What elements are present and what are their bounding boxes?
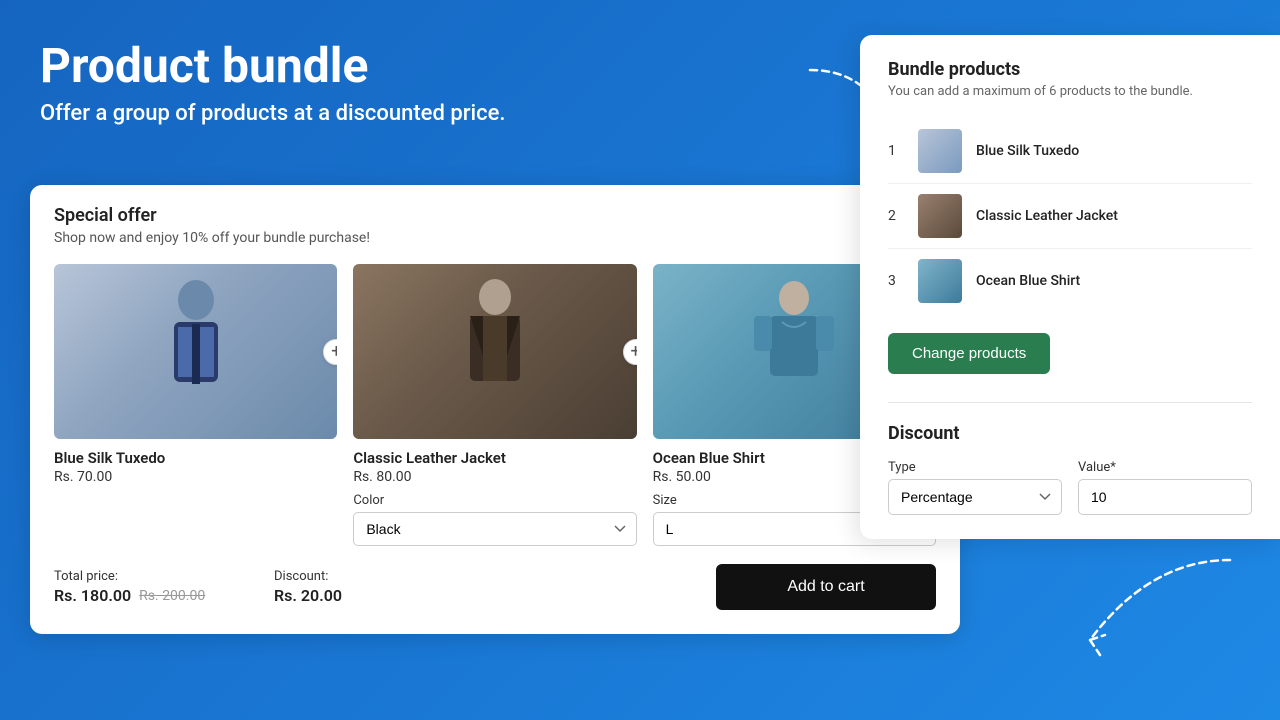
bundle-item-name-2: Classic Leather Jacket (976, 208, 1118, 224)
bundle-thumb-1 (918, 129, 962, 173)
value-field-group: Value* (1078, 460, 1252, 515)
discount-section: Discount: Rs. 20.00 (274, 569, 474, 605)
type-field-group: Type Percentage Fixed Amount (888, 460, 1062, 515)
hero-title: Product bundle (40, 40, 505, 93)
color-select[interactable]: Black Brown Navy (353, 512, 636, 546)
bundle-thumb-2 (918, 194, 962, 238)
tuxedo-figure (146, 272, 246, 432)
jacket-image (353, 264, 636, 439)
change-products-button[interactable]: Change products (888, 333, 1050, 374)
bundle-num-2: 2 (888, 208, 904, 224)
discount-label: Discount: (274, 569, 474, 584)
discount-value: Rs. 20.00 (274, 586, 474, 605)
total-original-price: Rs. 200.00 (139, 588, 205, 604)
bundle-title: Bundle products (888, 59, 1252, 80)
special-offer-subtitle: Shop now and enjoy 10% off your bundle p… (54, 230, 936, 246)
product-name-2: Classic Leather Jacket (353, 449, 636, 467)
bundle-thumb-3 (918, 259, 962, 303)
hero-section: Product bundle Offer a group of products… (40, 40, 505, 126)
product-card: Special offer Shop now and enjoy 10% off… (30, 185, 960, 634)
bundle-item-2: 2 Classic Leather Jacket (888, 184, 1252, 249)
type-field-label: Type (888, 460, 1062, 475)
product-image-1: + (54, 264, 337, 439)
product-item-1: + Blue Silk Tuxedo Rs. 70.00 (54, 264, 353, 546)
color-select-group: Color Black Brown Navy (353, 493, 636, 546)
discount-type-select[interactable]: Percentage Fixed Amount (888, 479, 1062, 515)
discount-panel-title: Discount (888, 423, 1252, 444)
bundle-panel: Bundle products You can add a maximum of… (860, 35, 1280, 539)
bundle-thumb-shirt (918, 259, 962, 303)
product-name-1: Blue Silk Tuxedo (54, 449, 337, 467)
products-grid: + Blue Silk Tuxedo Rs. 70.00 + Classic L… (54, 264, 936, 546)
bundle-item-3: 3 Ocean Blue Shirt (888, 249, 1252, 313)
jacket-figure (445, 272, 545, 432)
divider (888, 402, 1252, 403)
product-item-2: + Classic Leather Jacket Rs. 80.00 Color… (353, 264, 652, 546)
selects-row: Color Black Brown Navy (353, 493, 636, 546)
bundle-item-name-1: Blue Silk Tuxedo (976, 143, 1079, 159)
product-image-2: + (353, 264, 636, 439)
bundle-item-1: 1 Blue Silk Tuxedo (888, 119, 1252, 184)
bundle-thumb-jacket (918, 194, 962, 238)
total-section: Total price: Rs. 180.00 Rs. 200.00 (54, 569, 254, 605)
special-offer-title: Special offer (54, 205, 936, 226)
footer-row: Total price: Rs. 180.00 Rs. 200.00 Disco… (54, 564, 936, 610)
add-to-cart-button[interactable]: Add to cart (716, 564, 936, 610)
total-label: Total price: (54, 569, 254, 584)
shirt-figure (744, 272, 844, 432)
bundle-item-name-3: Ocean Blue Shirt (976, 273, 1080, 289)
bundle-thumb-tuxedo (918, 129, 962, 173)
bundle-list: 1 Blue Silk Tuxedo 2 Classic Leather Jac… (888, 119, 1252, 313)
bundle-num-3: 3 (888, 273, 904, 289)
dashed-arrow-bottom-icon (1050, 540, 1250, 690)
total-price-row: Rs. 180.00 Rs. 200.00 (54, 586, 254, 605)
hero-subtitle: Offer a group of products at a discounte… (40, 101, 505, 126)
bundle-num-1: 1 (888, 143, 904, 159)
discount-panel: Discount Type Percentage Fixed Amount Va… (888, 423, 1252, 515)
discount-value-input[interactable] (1078, 479, 1252, 515)
value-field-label: Value* (1078, 460, 1252, 475)
product-price-1: Rs. 70.00 (54, 469, 337, 485)
product-price-2: Rs. 80.00 (353, 469, 636, 485)
tuxedo-image (54, 264, 337, 439)
color-label: Color (353, 493, 636, 508)
discount-fields: Type Percentage Fixed Amount Value* (888, 460, 1252, 515)
bundle-subtitle: You can add a maximum of 6 products to t… (888, 84, 1252, 99)
total-price: Rs. 180.00 (54, 586, 131, 605)
